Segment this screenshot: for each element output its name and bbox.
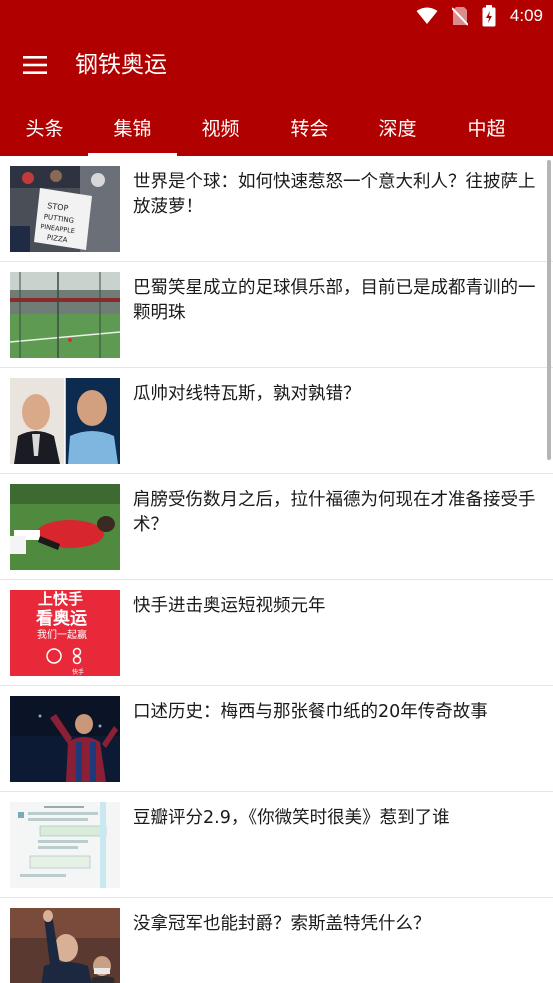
app-bar: 钢铁奥运 [0, 32, 553, 98]
menu-button[interactable] [14, 44, 56, 86]
article-thumbnail: 上快手 看奥运 我们一起赢 快手 [10, 590, 120, 676]
article-title: 没拿冠军也能封爵？索斯盖特凭什么？ [133, 914, 431, 934]
tab-videos[interactable]: 视频 [176, 98, 265, 156]
article-thumbnail [10, 802, 120, 888]
tab-csl[interactable]: 中超 [442, 98, 531, 156]
article-item[interactable]: 上快手 看奥运 我们一起赢 快手 快手进击奥运短视频元年 [0, 580, 553, 686]
app-title: 钢铁奥运 [75, 52, 167, 78]
tab-bar: 头条 集锦 视频 转会 深度 中超 [0, 98, 553, 156]
list-scrollbar[interactable] [547, 160, 551, 460]
article-thumbnail [10, 484, 120, 570]
article-thumbnail [10, 272, 120, 358]
article-thumbnail: STOP PUTTING PINEAPPLE PIZZA [10, 166, 120, 252]
tab-headlines[interactable]: 头条 [0, 98, 89, 156]
article-item[interactable]: 瓜帅对线特瓦斯，孰对孰错？ [0, 368, 553, 474]
article-item[interactable]: 巴蜀笑星成立的足球俱乐部，目前已是成都青训的一颗明珠 [0, 262, 553, 368]
article-title: 口述历史：梅西与那张餐巾纸的20年传奇故事 [133, 702, 488, 722]
no-sim-icon [451, 7, 468, 26]
poster-line-2: 看奥运 [35, 608, 87, 629]
status-icons: 4:09 [416, 4, 543, 28]
battery-charging-icon [482, 5, 496, 27]
tab-in-depth[interactable]: 深度 [353, 98, 442, 156]
article-item[interactable]: 肩膀受伤数月之后，拉什福德为何现在才准备接受手术？ [0, 474, 553, 580]
tab-highlights[interactable]: 集锦 [88, 98, 177, 156]
poster-line-3: 我们一起赢 [37, 628, 87, 641]
article-item[interactable]: 豆瓣评分2.9，《你微笑时很美》惹到了谁 [0, 792, 553, 898]
article-item[interactable]: 口述历史：梅西与那张餐巾纸的20年传奇故事 [0, 686, 553, 792]
article-thumbnail [10, 908, 120, 983]
article-title: 世界是个球：如何快速惹怒一个意大利人？往披萨上放菠萝！ [133, 172, 536, 217]
hamburger-menu-icon [23, 56, 47, 74]
article-title: 肩膀受伤数月之后，拉什福德为何现在才准备接受手术？ [133, 490, 536, 535]
poster-line-1: 上快手 [38, 590, 83, 608]
article-item[interactable]: 没拿冠军也能封爵？索斯盖特凭什么？ [0, 898, 553, 983]
article-list[interactable]: STOP PUTTING PINEAPPLE PIZZA 世界是个球：如何快速惹… [0, 156, 553, 983]
wifi-icon [416, 7, 438, 24]
article-title: 瓜帅对线特瓦斯，孰对孰错？ [133, 384, 361, 404]
article-item[interactable]: STOP PUTTING PINEAPPLE PIZZA 世界是个球：如何快速惹… [0, 156, 553, 262]
poster-brand: 快手 [72, 668, 84, 676]
status-time: 4:09 [509, 6, 543, 25]
tab-transfers[interactable]: 转会 [265, 98, 354, 156]
article-title: 巴蜀笑星成立的足球俱乐部，目前已是成都青训的一颗明珠 [133, 278, 536, 323]
article-title: 快手进击奥运短视频元年 [133, 596, 326, 616]
status-bar: 4:09 [0, 0, 553, 32]
article-thumbnail [10, 378, 120, 464]
article-thumbnail [10, 696, 120, 782]
article-title: 豆瓣评分2.9，《你微笑时很美》惹到了谁 [133, 808, 450, 828]
